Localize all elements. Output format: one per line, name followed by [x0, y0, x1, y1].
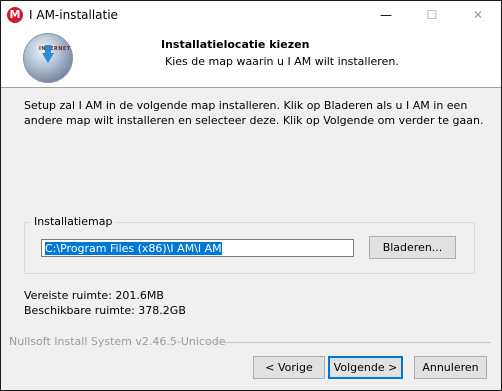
maximize-button[interactable]: ☐ — [409, 1, 455, 30]
app-icon: M — [7, 7, 23, 23]
available-space: Beschikbare ruimte: 378.2GB — [24, 304, 186, 317]
download-arrow-icon — [42, 53, 54, 63]
back-button[interactable]: < Vorige — [253, 356, 325, 379]
footer-divider — [206, 342, 491, 343]
close-button[interactable]: ✕ — [455, 1, 501, 30]
logo-label: INTERNET — [39, 46, 71, 52]
next-button[interactable]: Volgende > — [328, 356, 403, 379]
installer-window: M I AM-installatie — ☐ ✕ INTERNET Instal… — [0, 0, 502, 391]
cancel-button[interactable]: Annuleren — [414, 356, 487, 379]
page-title: Installatielocatie kiezen — [161, 38, 310, 51]
minimize-button[interactable]: — — [363, 1, 409, 30]
intro-text: Setup zal I AM in de volgende map instal… — [24, 99, 484, 127]
install-path-value: C:\Program Files (x86)\I AM\I AM — [45, 242, 222, 255]
install-folder-label: Installatiemap — [31, 215, 116, 228]
page-subtitle: Kies de map waarin u I AM wilt installer… — [165, 55, 399, 68]
title-bar[interactable]: M I AM-installatie — ☐ ✕ — [1, 1, 501, 30]
install-path-input[interactable]: C:\Program Files (x86)\I AM\I AM — [41, 239, 354, 257]
nsis-branding: Nullsoft Install System v2.46.5-Unicode — [9, 335, 226, 348]
window-title: I AM-installatie — [29, 8, 118, 22]
required-space: Vereiste ruimte: 201.6MB — [24, 289, 164, 302]
header-panel: INTERNET Installatielocatie kiezen Kies … — [1, 30, 501, 88]
download-globe-icon: INTERNET — [23, 33, 73, 83]
browse-button[interactable]: Bladeren... — [369, 236, 456, 259]
